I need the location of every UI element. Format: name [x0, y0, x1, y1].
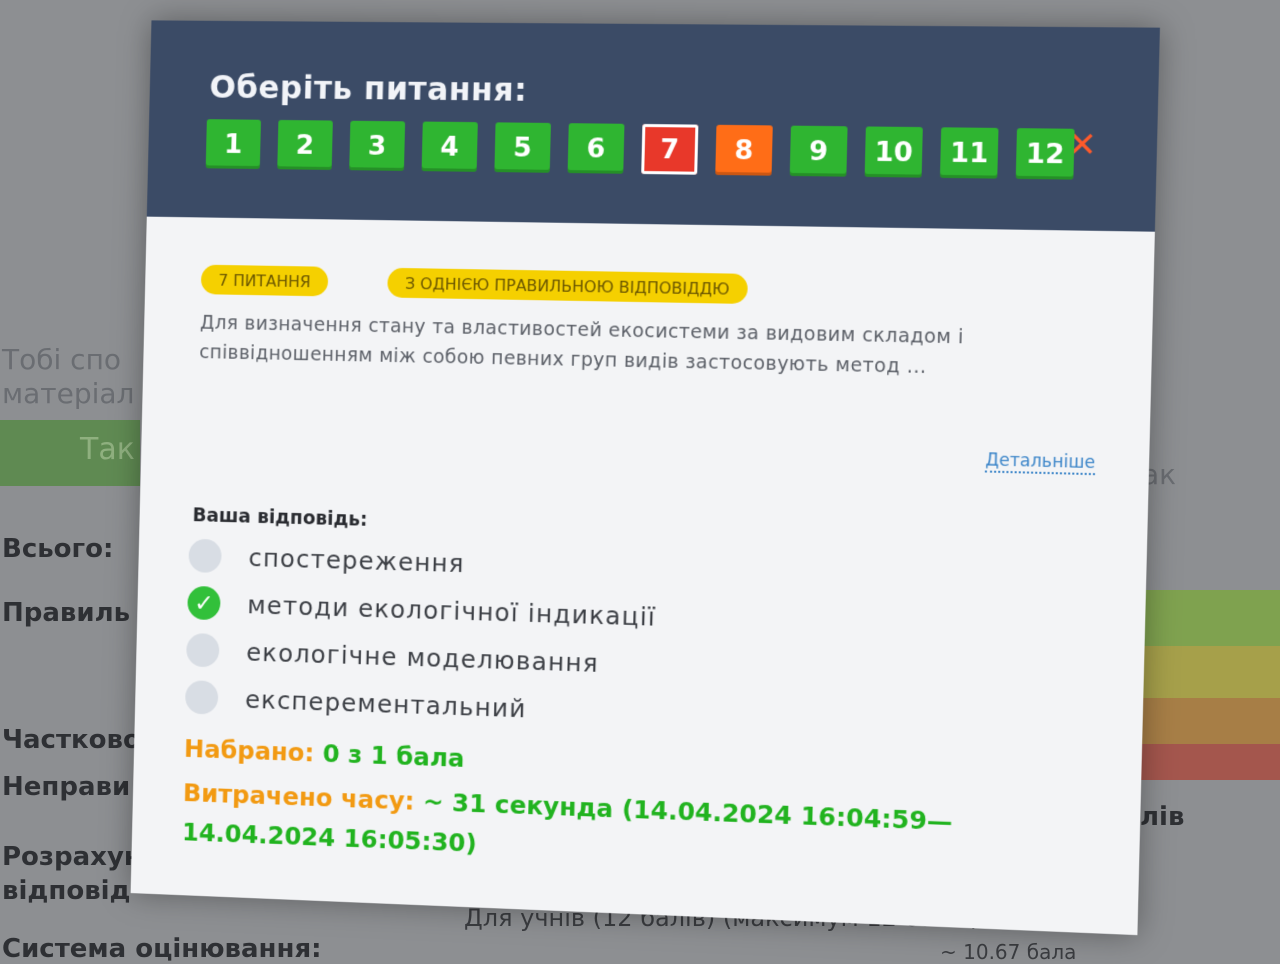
bg-label: Всього: — [2, 534, 114, 564]
bg-text-fragment: лів — [1140, 802, 1185, 832]
answer-option-label: екологічне моделювання — [245, 637, 600, 678]
bg-progress-yellow — [1138, 646, 1280, 698]
bg-label: Правиль — [2, 598, 131, 628]
question-navigator: 1 2 3 4 5 6 7 8 9 10 11 12 — [205, 119, 1075, 180]
bg-progress-red — [1138, 744, 1280, 780]
answer-heading: Ваша відповідь: — [192, 504, 368, 531]
question-button-2[interactable]: 2 — [277, 119, 333, 170]
bg-label: Система оцінювання: — [2, 934, 322, 964]
question-type-badge: З ОДНІЄЮ ПРАВИЛЬНОЮ ВІДПОВІДДЮ — [387, 267, 749, 304]
radio-icon — [184, 680, 219, 715]
time-spent-line: Витрачено часу: ~ 31 секунда (14.04.2024… — [182, 773, 999, 884]
bg-green-button-label: Так — [80, 432, 135, 467]
answer-option-label: експерементальний — [244, 684, 527, 723]
question-text: Для визначення стану та властивостей еко… — [199, 311, 965, 379]
bg-text-line: матеріал — [2, 377, 135, 410]
bg-label: Неправи — [2, 772, 131, 802]
question-button-7[interactable]: 7 — [641, 123, 699, 175]
bg-progress-green — [1138, 590, 1280, 646]
radio-icon — [186, 632, 220, 668]
question-button-11[interactable]: 11 — [939, 127, 999, 179]
answer-option-label: методи екологічної індикації — [247, 590, 657, 632]
question-button-9[interactable]: 9 — [789, 125, 848, 177]
bg-green-button: Так — [0, 420, 140, 486]
answer-option-label: спостереження — [248, 542, 466, 578]
bg-label: відповід — [2, 876, 131, 906]
bg-text-line: ~ 10.67 бала — [940, 940, 1077, 964]
question-button-10[interactable]: 10 — [864, 126, 923, 178]
score-line: Набрано: 0 з 1 бала — [184, 734, 465, 773]
question-button-6[interactable]: 6 — [567, 123, 625, 174]
checkmark-icon: ✓ — [187, 585, 221, 621]
modal-body: 7 ПИТАННЯ З ОДНІЄЮ ПРАВИЛЬНОЮ ВІДПОВІДДЮ… — [130, 216, 1155, 936]
bg-label: Частково — [2, 725, 141, 755]
answer-options: спостереження ✓ методи екологічної індик… — [184, 532, 658, 737]
radio-icon — [188, 538, 222, 574]
question-number-badge: 7 ПИТАННЯ — [200, 264, 329, 297]
bg-label: Розрахун — [2, 842, 142, 872]
question-button-3[interactable]: 3 — [349, 120, 406, 171]
question-button-12[interactable]: 12 — [1015, 128, 1075, 180]
details-link[interactable]: Детальніше — [985, 450, 1096, 476]
score-value: 0 з 1 бала — [322, 739, 465, 773]
modal-header: Оберіть питання: ✕ 1 2 3 4 5 6 7 8 9 10 … — [146, 20, 1160, 232]
modal-title: Оберіть питання: — [209, 68, 528, 109]
question-button-8[interactable]: 8 — [715, 124, 773, 176]
score-label: Набрано: — [183, 734, 315, 768]
time-spent-label: Витрачено часу: — [182, 778, 415, 816]
question-button-5[interactable]: 5 — [494, 122, 551, 173]
question-button-1[interactable]: 1 — [205, 119, 261, 170]
question-review-modal: Оберіть питання: ✕ 1 2 3 4 5 6 7 8 9 10 … — [130, 20, 1160, 936]
bg-progress-orange — [1138, 698, 1280, 744]
question-button-4[interactable]: 4 — [421, 121, 478, 172]
bg-text-line: Тобі спо — [2, 343, 122, 376]
